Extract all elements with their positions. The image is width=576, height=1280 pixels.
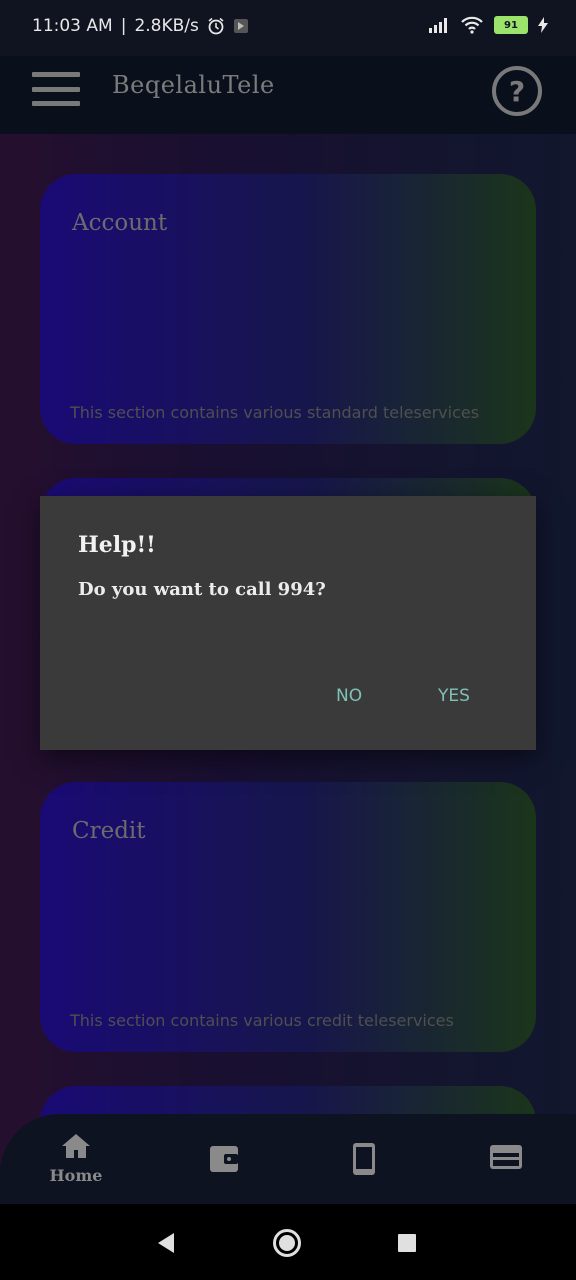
status-time: 11:03 AM bbox=[32, 16, 113, 36]
dialog-title: Help!! bbox=[78, 532, 156, 558]
yes-button[interactable]: YES bbox=[438, 686, 470, 706]
home-icon bbox=[62, 1134, 90, 1158]
system-nav-bar bbox=[0, 1204, 576, 1280]
dialog-message: Do you want to call 994? bbox=[78, 579, 326, 600]
battery-level: 91 bbox=[504, 19, 518, 31]
phone-icon bbox=[353, 1143, 375, 1175]
signal-icon bbox=[429, 18, 447, 33]
back-icon[interactable] bbox=[156, 1232, 176, 1254]
nav-card[interactable] bbox=[476, 1132, 536, 1192]
home-nav-icon[interactable] bbox=[272, 1228, 302, 1258]
recents-icon[interactable] bbox=[398, 1234, 416, 1252]
battery-icon: 91 bbox=[494, 16, 528, 34]
bottom-navigation: Home bbox=[0, 1114, 576, 1204]
notification-app-icon bbox=[233, 19, 248, 33]
wallet-icon bbox=[210, 1146, 238, 1172]
nav-wallet[interactable] bbox=[194, 1132, 254, 1192]
alarm-icon bbox=[208, 17, 224, 35]
nav-phone[interactable] bbox=[334, 1132, 394, 1192]
status-divider: | bbox=[120, 16, 127, 36]
status-left: 11:03 AM | 2.8KB/s bbox=[32, 16, 249, 36]
help-dialog: Help!! Do you want to call 994? NO YES bbox=[40, 496, 536, 750]
nav-home-label: Home bbox=[49, 1166, 103, 1185]
credit-card-icon bbox=[490, 1145, 522, 1169]
charging-icon bbox=[538, 17, 548, 33]
status-speed: 2.8KB/s bbox=[134, 16, 199, 36]
wifi-icon bbox=[461, 16, 483, 34]
status-right: 91 bbox=[428, 16, 548, 34]
no-button[interactable]: NO bbox=[336, 686, 362, 706]
nav-home[interactable]: Home bbox=[46, 1132, 106, 1192]
status-bar: 11:03 AM | 2.8KB/s 91 bbox=[0, 0, 576, 56]
